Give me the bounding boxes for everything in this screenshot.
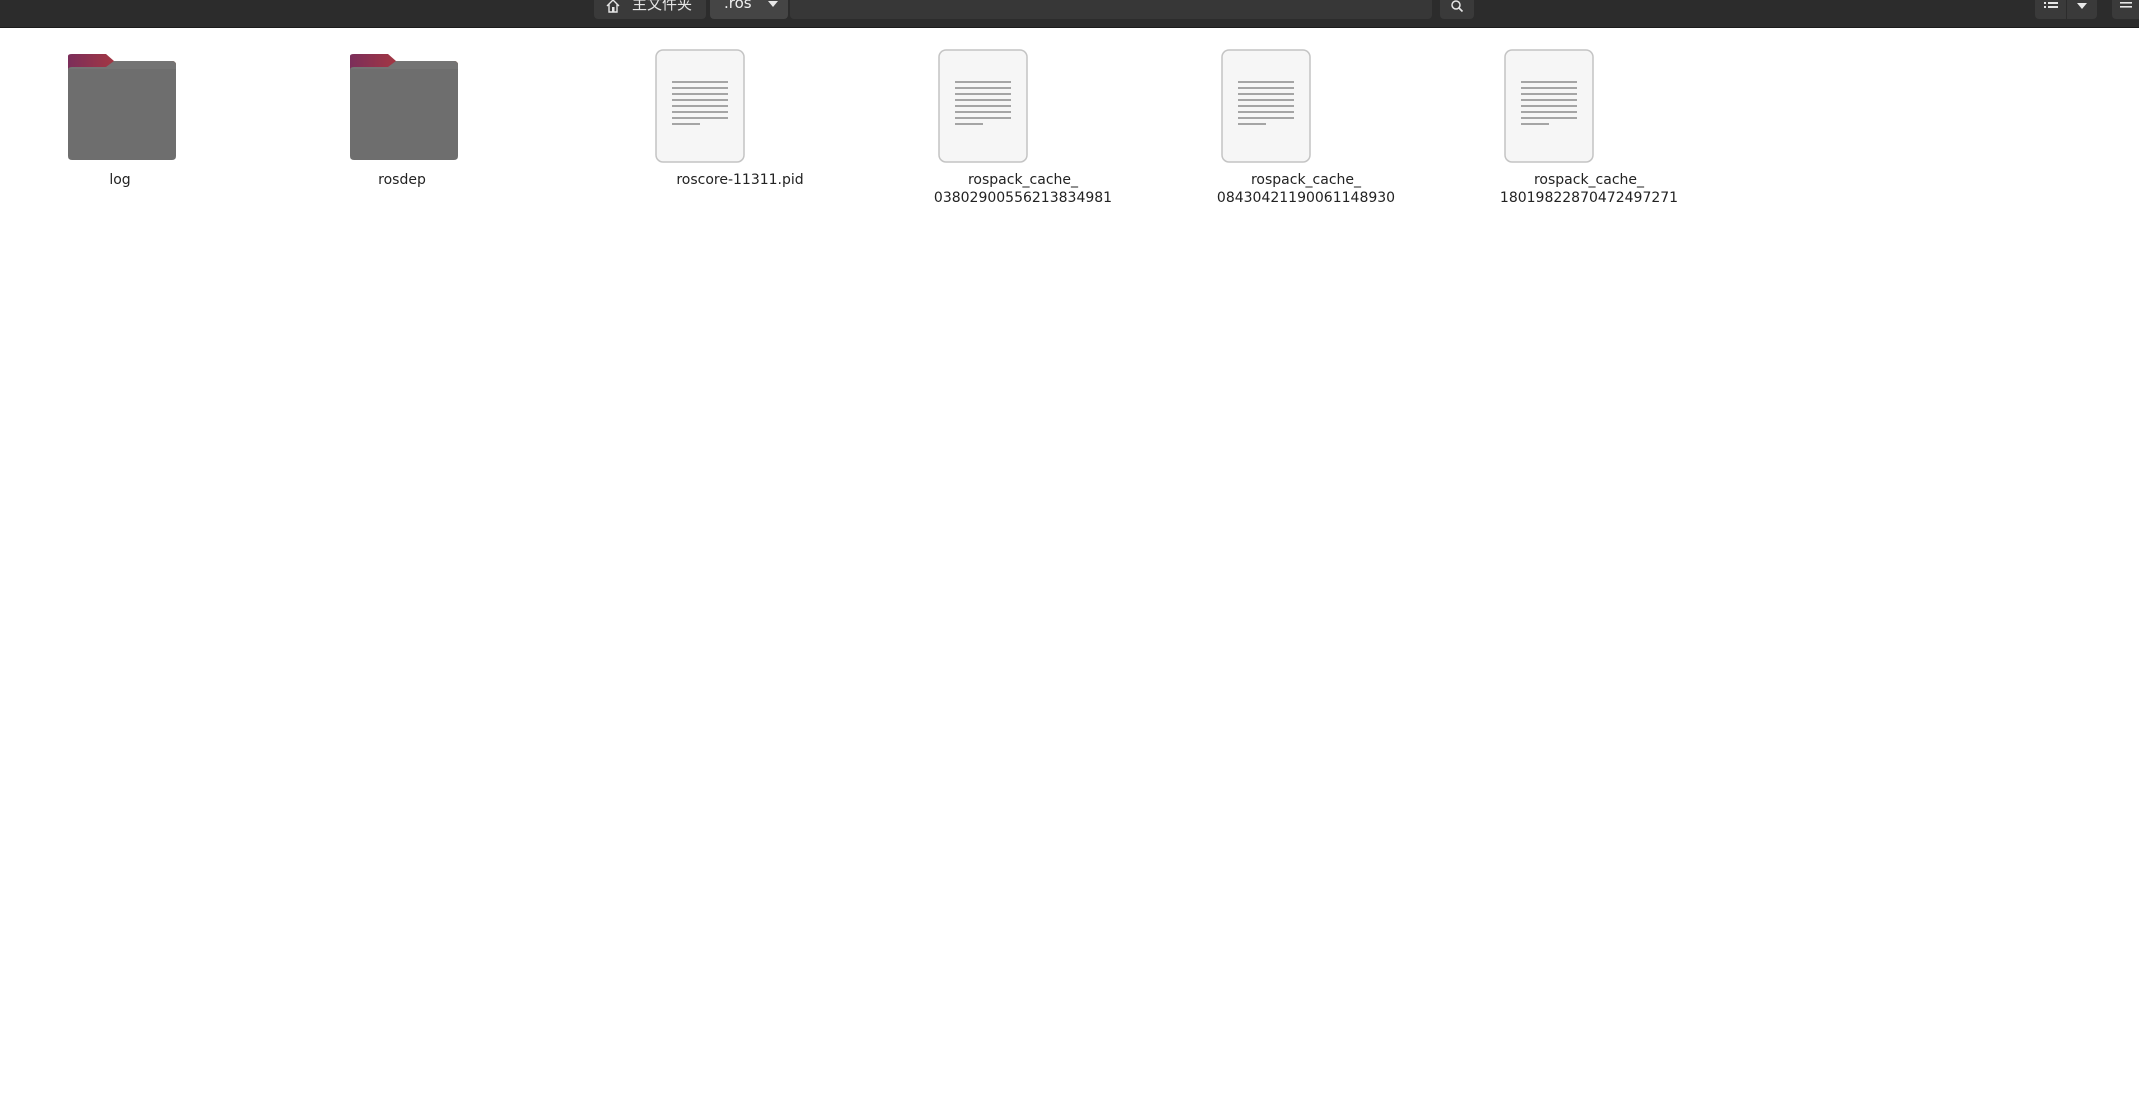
text-document-icon (938, 49, 1028, 163)
file-item-log[interactable]: log (42, 48, 242, 218)
breadcrumb-home-label: 主文件夹 (632, 0, 693, 13)
path-bar-empty-area[interactable] (790, 0, 1432, 19)
file-item-roscore-pid[interactable]: roscore-11311.pid (586, 48, 804, 218)
text-document-icon (655, 49, 745, 163)
file-item-rospack-cache-1[interactable]: rospack_cache_ 03802900556213834981 (869, 48, 1112, 218)
breadcrumb-home-button[interactable]: 主文件夹 (594, 0, 706, 19)
search-button[interactable] (1440, 0, 1474, 19)
breadcrumb-current-label: .ros (724, 0, 752, 12)
hamburger-menu-icon (2120, 2, 2132, 8)
main-menu-button[interactable] (2112, 0, 2139, 19)
file-name: log (109, 172, 131, 188)
file-grid: log rosdep roscore-11311.pid rospack_cac… (40, 48, 1740, 248)
text-document-icon (1221, 49, 1311, 163)
list-view-icon (2044, 2, 2058, 8)
home-icon (606, 0, 620, 13)
file-name: rosdep (378, 172, 426, 188)
breadcrumb-current-folder[interactable]: .ros (710, 0, 788, 19)
chevron-down-icon (2077, 3, 2087, 9)
search-icon (1451, 0, 1464, 13)
file-name: rospack_cache_ 18019822870472497271 (1499, 172, 1679, 206)
file-name: rospack_cache_ 03802900556213834981 (933, 172, 1113, 206)
folder-icon (350, 54, 458, 160)
file-name: roscore-11311.pid (676, 172, 804, 188)
chevron-down-icon (768, 1, 778, 7)
file-name: rospack_cache_ 08430421190061148930 (1216, 172, 1396, 206)
text-document-icon (1504, 49, 1594, 163)
file-item-rospack-cache-3[interactable]: rospack_cache_ 18019822870472497271 (1435, 48, 1678, 218)
folder-icon (68, 54, 176, 160)
list-view-button[interactable] (2035, 0, 2066, 19)
file-item-rosdep[interactable]: rosdep (324, 48, 524, 218)
file-item-rospack-cache-2[interactable]: rospack_cache_ 08430421190061148930 (1152, 48, 1395, 218)
header-bar: 主文件夹 .ros (0, 0, 2139, 28)
view-options-dropdown[interactable] (2067, 0, 2097, 19)
